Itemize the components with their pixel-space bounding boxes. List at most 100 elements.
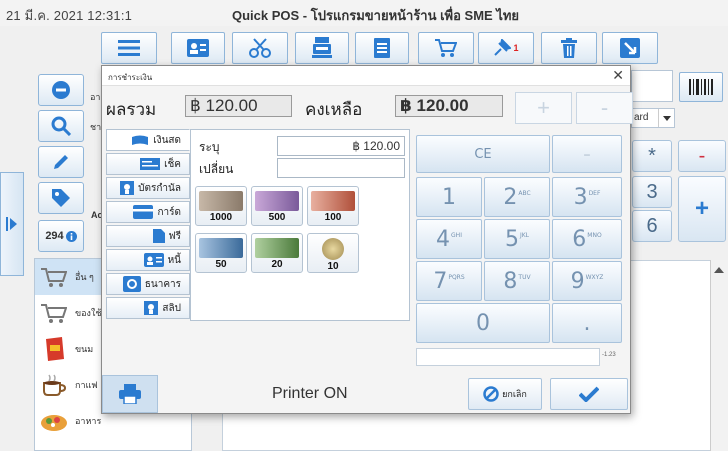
bg-label-2: ชา: [90, 122, 102, 132]
document-button[interactable]: [355, 32, 409, 64]
debt-icon: [143, 253, 164, 267]
key-dot[interactable]: .: [552, 303, 622, 343]
key-6[interactable]: 6 MNO: [552, 219, 622, 259]
printer-button[interactable]: [102, 375, 158, 413]
menu-icon: [118, 40, 140, 56]
bill-20-button[interactable]: 20: [251, 233, 303, 273]
customer-button[interactable]: [171, 32, 225, 64]
remove-button[interactable]: [38, 74, 84, 106]
clear-entry-button[interactable]: CE: [416, 135, 550, 173]
key-1[interactable]: 1: [416, 177, 482, 217]
dropdown-arrow[interactable]: [658, 109, 674, 127]
pin-icon: [494, 39, 512, 56]
cash-panel: ระบุ ฿ 120.00 เปลี่ยน 1000 500 100 50 20…: [190, 129, 410, 321]
tab-bank[interactable]: ธนาคาร: [106, 273, 190, 295]
remaining-label: คงเหลือ: [305, 100, 363, 119]
dialog-title: การชำระเงิน: [108, 73, 153, 82]
food-icon: [39, 406, 69, 436]
cut-button[interactable]: [232, 32, 288, 64]
tab-label: เงินสด: [153, 134, 181, 146]
document-icon: [374, 38, 390, 58]
count-label: 294: [45, 230, 64, 242]
tag-button[interactable]: [38, 182, 84, 214]
tab-voucher[interactable]: บัตรกำนัล: [106, 177, 190, 199]
total-label: ผลรวม: [106, 100, 157, 119]
cancel-label: ยกเลิก: [502, 389, 527, 399]
cart-button[interactable]: [418, 32, 474, 64]
tab-label: สลิป: [162, 302, 181, 314]
change-input[interactable]: [277, 158, 405, 178]
register-button[interactable]: [295, 32, 349, 64]
key-9[interactable]: 9 WXYZ: [552, 261, 622, 301]
key-minus[interactable]: -: [678, 140, 726, 172]
bill-1000-button[interactable]: 1000: [195, 186, 247, 226]
banknote-icon: [311, 191, 355, 211]
cancel-button[interactable]: ยกเลิก: [468, 378, 542, 410]
refresh-button[interactable]: [602, 32, 658, 64]
key-3[interactable]: 3 DEF: [552, 177, 622, 217]
key-6[interactable]: 6: [632, 210, 672, 242]
coin-icon: [322, 238, 344, 260]
coffee-icon: [39, 370, 69, 400]
tab-cash[interactable]: เงินสด: [106, 129, 190, 151]
bill-50-button[interactable]: 50: [195, 233, 247, 273]
scissors-icon: [249, 38, 271, 58]
barcode-button[interactable]: [679, 72, 723, 102]
edit-button[interactable]: [38, 146, 84, 178]
key-2[interactable]: 2 ABC: [484, 177, 550, 217]
pencil-icon: [54, 155, 68, 169]
tag-icon: [52, 189, 70, 207]
tab-label: การ์ด: [157, 206, 181, 218]
tab-cheque[interactable]: เช็ค: [106, 153, 190, 175]
key-plus[interactable]: +: [678, 176, 726, 242]
tab-slip[interactable]: สลิป: [106, 297, 190, 319]
key-7[interactable]: 7 PQRS: [416, 261, 482, 301]
specify-input[interactable]: ฿ 120.00: [277, 136, 405, 156]
slip-icon: [144, 301, 159, 315]
key-5[interactable]: 5 JKL: [484, 219, 550, 259]
close-icon[interactable]: ✕: [612, 67, 624, 84]
bill-value: 100: [324, 212, 342, 223]
key-3[interactable]: 3: [632, 176, 672, 208]
category-label: กาแฟ: [75, 380, 98, 390]
expand-side-tab[interactable]: [0, 172, 24, 276]
pin-button[interactable]: 1: [478, 32, 534, 64]
card-icon: [133, 205, 154, 219]
total-amount: ฿ 120.00: [185, 95, 292, 117]
confirm-button[interactable]: [550, 378, 628, 410]
key-star[interactable]: *: [632, 140, 672, 172]
bill-value: 50: [215, 259, 227, 270]
bill-500-button[interactable]: 500: [251, 186, 303, 226]
banknote-icon: [255, 238, 299, 258]
tab-label: บัตรกำนัล: [138, 182, 181, 194]
app-title: Quick POS - โปรแกรมขายหน้าร้าน เพื่อ SME…: [232, 8, 520, 23]
delete-button[interactable]: [541, 32, 597, 64]
minus-button[interactable]: -: [576, 92, 633, 124]
search-button[interactable]: [38, 110, 84, 142]
bank-icon: [122, 276, 141, 292]
count-button[interactable]: 294: [38, 220, 84, 252]
cart-icon: [39, 298, 69, 328]
backspace-button[interactable]: -: [552, 135, 622, 173]
tab-free[interactable]: ฟรี: [106, 225, 190, 247]
bill-value: 20: [271, 259, 283, 270]
search-field[interactable]: [631, 70, 673, 102]
bill-value: 500: [268, 212, 286, 223]
tab-debt[interactable]: หนี้: [106, 249, 190, 271]
dialog-footer: Printer ON ยกเลิก: [102, 375, 630, 415]
menu-button[interactable]: [101, 32, 157, 64]
info-icon: [65, 230, 77, 242]
title-bar: 21 มี.ค. 2021 12:31:1 Quick POS - โปรแกร…: [0, 0, 728, 26]
tab-card[interactable]: การ์ด: [106, 201, 190, 223]
grid-scrollbar[interactable]: [710, 260, 728, 451]
key-4[interactable]: 4 GHI: [416, 219, 482, 259]
plus-button[interactable]: +: [515, 92, 572, 124]
key-0[interactable]: 0: [416, 303, 550, 343]
cancel-icon: [483, 386, 499, 402]
coin-10-button[interactable]: 10: [307, 233, 359, 273]
specify-label: ระบุ: [199, 140, 220, 154]
payment-dialog: การชำระเงิน ✕ ผลรวม ฿ 120.00 คงเหลือ ฿ 1…: [101, 65, 633, 415]
datetime-label: 21 มี.ค. 2021 12:31:1: [6, 8, 133, 23]
key-8[interactable]: 8 TUV: [484, 261, 550, 301]
bill-100-button[interactable]: 100: [307, 186, 359, 226]
